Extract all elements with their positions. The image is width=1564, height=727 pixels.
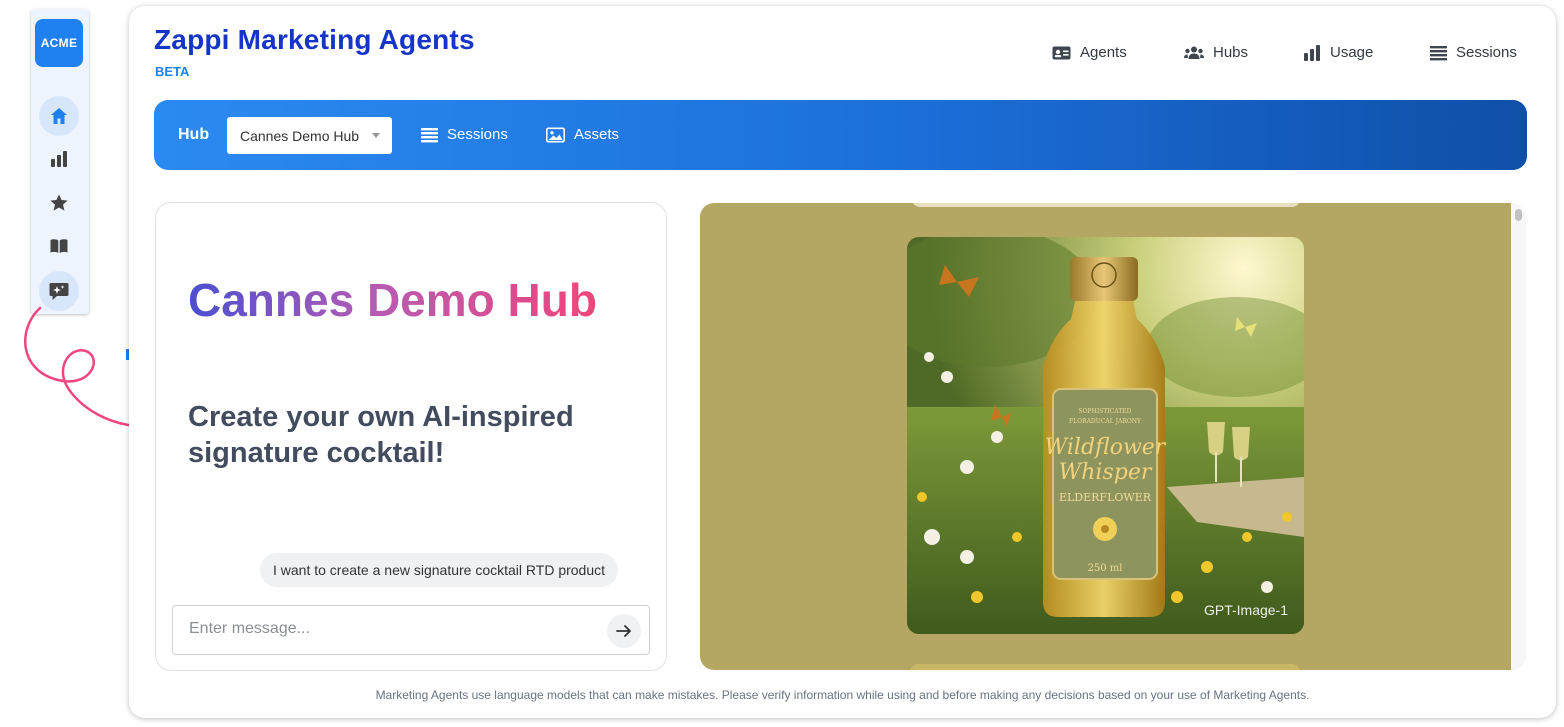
message-input[interactable] xyxy=(189,620,589,638)
hub-sessions-link[interactable]: Sessions xyxy=(421,126,508,143)
bottle-label-top2: FLORADUCAL JARONY xyxy=(1069,418,1142,425)
nav-hubs[interactable]: Hubs xyxy=(1184,44,1248,61)
hub-subtitle: Create your own AI-inspired signature co… xyxy=(188,401,574,469)
book-icon[interactable] xyxy=(39,228,79,264)
image-icon xyxy=(546,126,565,142)
next-image-edge xyxy=(910,664,1300,670)
id-card-icon xyxy=(1052,46,1071,59)
bottle-name-line2: Whisper xyxy=(1059,460,1153,485)
message-input-box[interactable] xyxy=(172,605,650,655)
home-icon[interactable] xyxy=(39,96,79,136)
nav-hubs-label: Hubs xyxy=(1213,44,1249,61)
nav-agents[interactable]: Agents xyxy=(1052,44,1127,61)
star-icon[interactable] xyxy=(39,185,79,221)
nav-sessions[interactable]: Sessions xyxy=(1430,44,1517,61)
previous-image-edge xyxy=(912,203,1300,207)
hub-assets-label: Assets xyxy=(574,126,620,143)
generated-image[interactable]: SOPHISTICATED FLORADUCAL JARONY Wildflow… xyxy=(907,237,1304,634)
chat-panel: Cannes Demo Hub Create your own AI-inspi… xyxy=(155,202,667,671)
hub-select[interactable]: Cannes Demo Hub xyxy=(227,117,392,154)
hub-bar: Hub Cannes Demo Hub Sessions Assets xyxy=(154,100,1527,170)
bottle-flavor: ELDERFLOWER xyxy=(1059,491,1152,504)
list-icon xyxy=(421,127,438,142)
scrollbar-thumb[interactable] xyxy=(1515,209,1522,221)
bottle-name-line1: Wildflower xyxy=(1045,435,1167,460)
arrow-right-icon xyxy=(616,625,631,637)
acme-logo[interactable]: ACME xyxy=(35,19,83,67)
side-rail: ACME xyxy=(31,9,89,314)
suggestion-chip[interactable]: I want to create a new signature cocktai… xyxy=(260,553,619,587)
cocktail-bottle-image: SOPHISTICATED FLORADUCAL JARONY Wildflow… xyxy=(907,237,1304,634)
beta-badge: BETA xyxy=(155,64,190,79)
asset-gallery: SOPHISTICATED FLORADUCAL JARONY Wildflow… xyxy=(700,203,1511,670)
bottle-label-top: SOPHISTICATED xyxy=(1079,408,1132,415)
users-icon xyxy=(1184,46,1204,59)
nav-sessions-label: Sessions xyxy=(1456,44,1517,61)
hub-title: Cannes Demo Hub xyxy=(188,274,597,326)
gallery-scrollbar[interactable] xyxy=(1511,203,1526,670)
list-icon xyxy=(1430,45,1447,60)
nav-usage[interactable]: Usage xyxy=(1304,44,1373,61)
nav-usage-label: Usage xyxy=(1330,44,1374,61)
bottle-volume: 250 ml xyxy=(1088,563,1123,574)
main-card: Zappi Marketing Agents BETA Agents Hubs … xyxy=(129,6,1556,718)
image-model-caption: GPT-Image-1 xyxy=(1203,602,1288,618)
chart-icon[interactable] xyxy=(39,141,79,177)
hub-label: Hub xyxy=(178,126,210,143)
bar-chart-icon xyxy=(1304,44,1320,61)
app-title: Zappi Marketing Agents xyxy=(154,24,475,55)
hub-select-value: Cannes Demo Hub xyxy=(240,127,360,144)
send-button[interactable] xyxy=(607,614,641,648)
footer-disclaimer: Marketing Agents use language models tha… xyxy=(375,688,1310,702)
hub-sessions-label: Sessions xyxy=(447,126,508,143)
nav-agents-label: Agents xyxy=(1080,44,1127,61)
chevron-down-icon xyxy=(372,133,380,138)
hub-assets-link[interactable]: Assets xyxy=(546,126,619,143)
